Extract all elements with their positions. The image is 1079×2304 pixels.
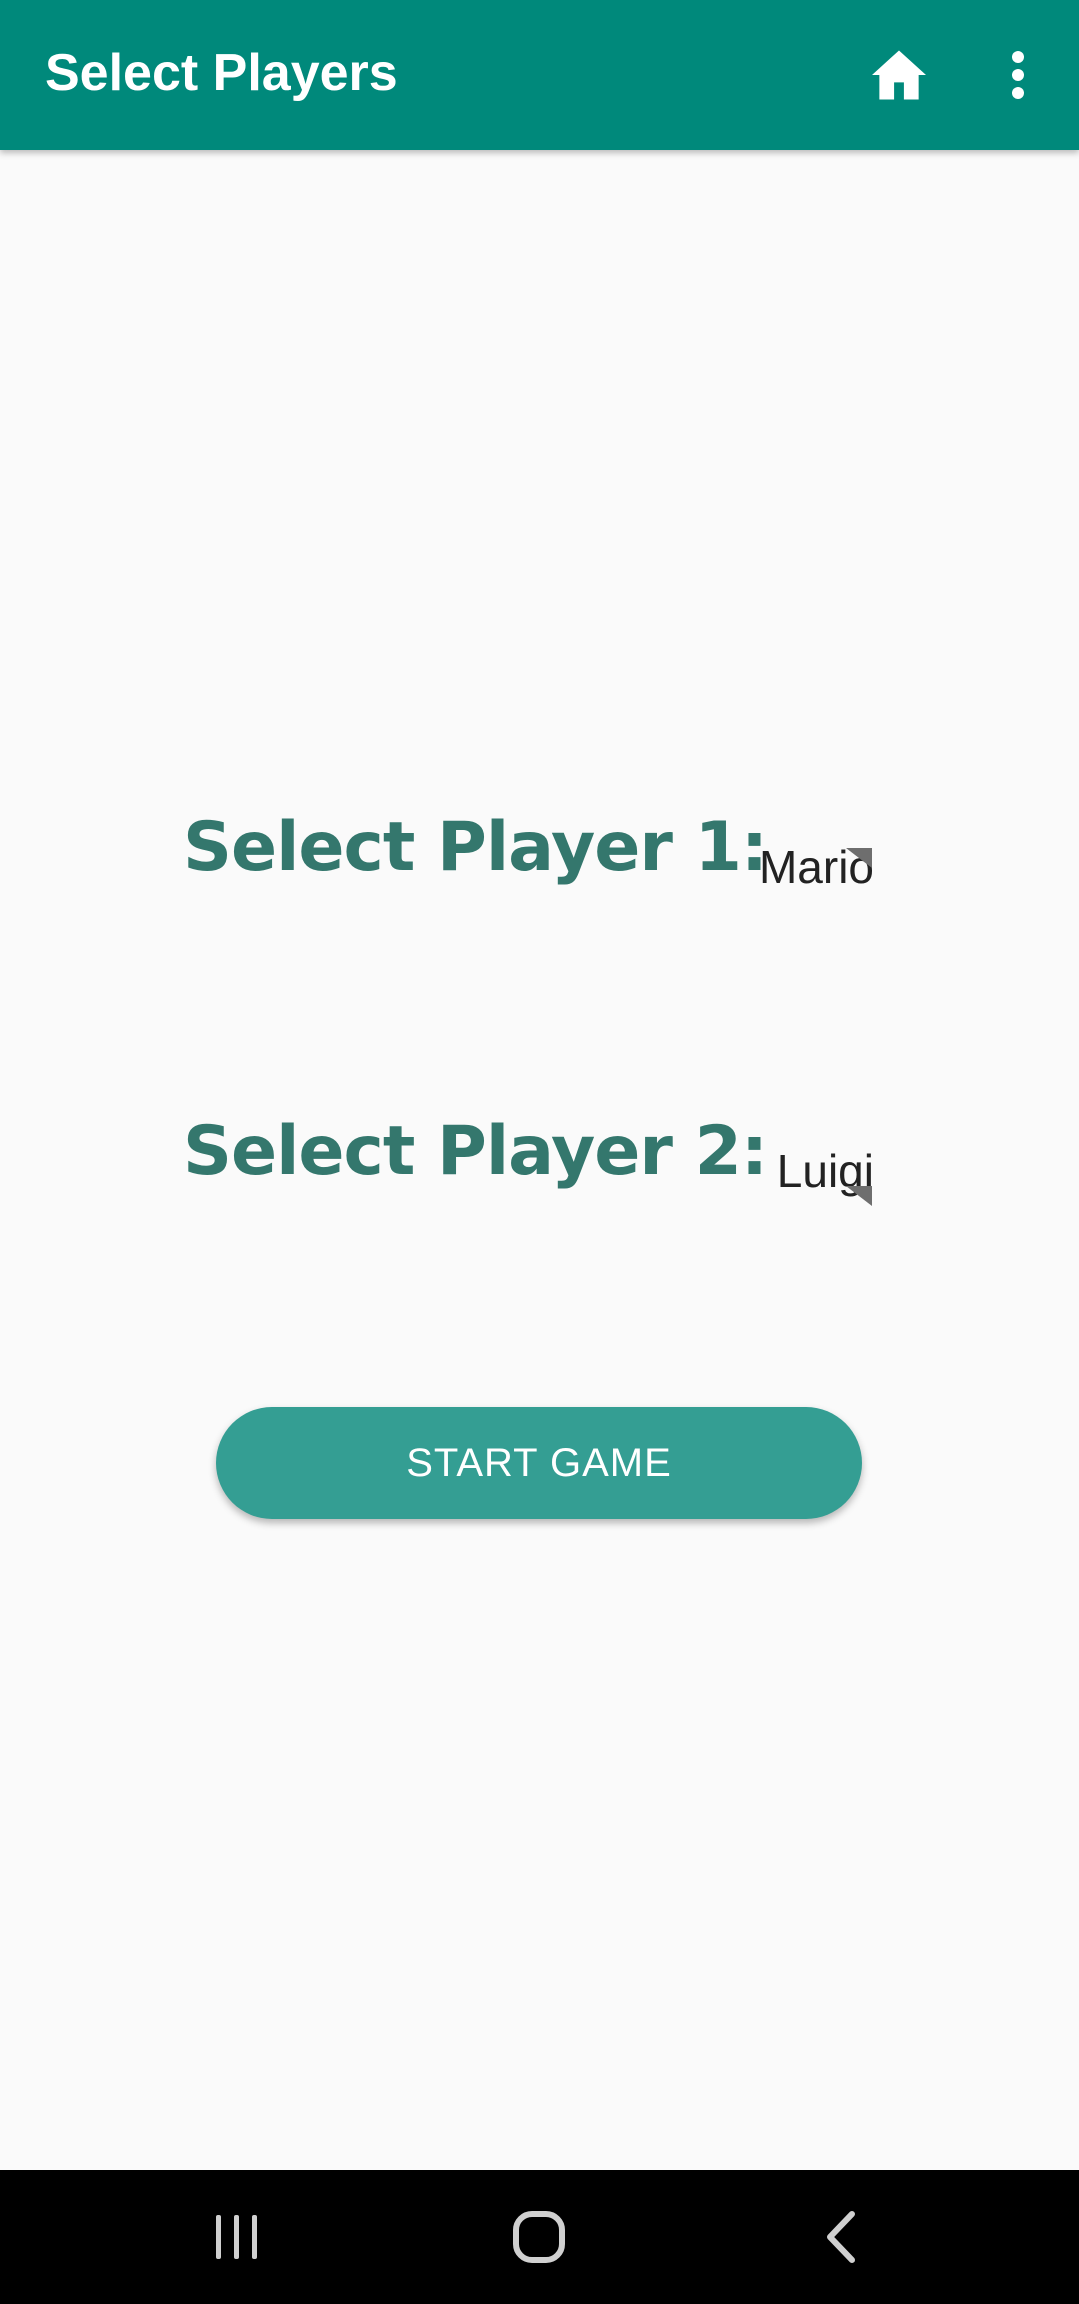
dropdown-arrow-icon [846, 1186, 872, 1206]
player2-spinner[interactable]: Luigi [744, 1130, 874, 1220]
home-button[interactable] [860, 36, 938, 114]
dropdown-arrow-icon [846, 848, 872, 868]
player1-spinner[interactable]: Mario [744, 826, 874, 916]
start-game-button[interactable]: START GAME [216, 1407, 862, 1519]
player2-label: Select Player 2: [183, 1112, 768, 1191]
back-icon [827, 2211, 855, 2263]
more-vert-icon [1012, 51, 1024, 99]
page-title: Select Players [45, 44, 398, 102]
system-nav-bar [0, 2170, 1079, 2304]
overflow-menu-button[interactable] [990, 36, 1046, 114]
app-bar: Select Players [0, 0, 1079, 150]
player1-label: Select Player 1: [183, 808, 768, 887]
nav-home-button[interactable] [484, 2192, 594, 2282]
recents-icon [216, 2215, 257, 2259]
back-button[interactable] [786, 2192, 896, 2282]
home-icon [872, 50, 926, 100]
recents-button[interactable] [182, 2192, 292, 2282]
nav-home-icon [513, 2211, 565, 2263]
